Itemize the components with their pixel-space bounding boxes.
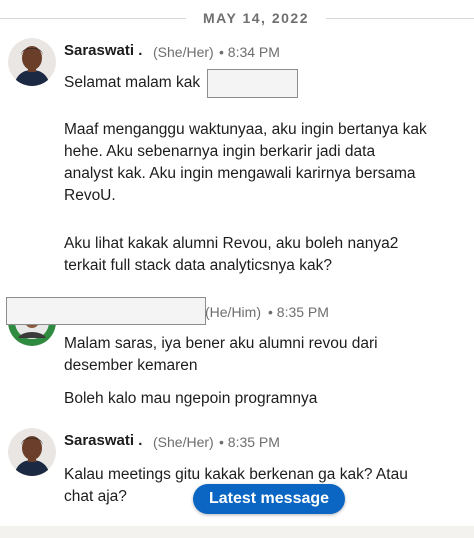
timestamp: • 8:35 PM — [268, 304, 329, 320]
redacted-name[interactable] — [6, 297, 206, 325]
latest-message-button[interactable]: Latest message — [193, 484, 345, 514]
message-text: Malam saras, iya bener aku alumni revou … — [64, 335, 378, 374]
divider-line — [0, 18, 186, 19]
redacted-name — [207, 69, 298, 98]
sender-name[interactable]: Saraswati . — [64, 432, 142, 449]
message-text: Boleh kalo mau ngepoin programnya — [64, 390, 318, 407]
pronouns: (He/Him) — [205, 304, 261, 320]
pronouns: (She/Her) — [153, 434, 214, 450]
timestamp: • 8:34 PM — [219, 44, 280, 60]
pronouns: (She/Her) — [153, 44, 214, 60]
bottom-edge — [0, 526, 474, 538]
date-divider: MAY 14, 2022 — [0, 6, 474, 32]
message-text: Aku lihat kakak alumni Revou, aku boleh … — [64, 235, 399, 274]
date-label: MAY 14, 2022 — [203, 10, 309, 26]
message-text: Maaf menganggu waktunyaa, aku ingin bert… — [64, 121, 427, 204]
avatar[interactable] — [8, 428, 56, 476]
timestamp: • 8:35 PM — [219, 434, 280, 450]
avatar[interactable] — [8, 38, 56, 86]
divider-line — [326, 18, 474, 19]
sender-name[interactable]: Saraswati . — [64, 42, 142, 59]
